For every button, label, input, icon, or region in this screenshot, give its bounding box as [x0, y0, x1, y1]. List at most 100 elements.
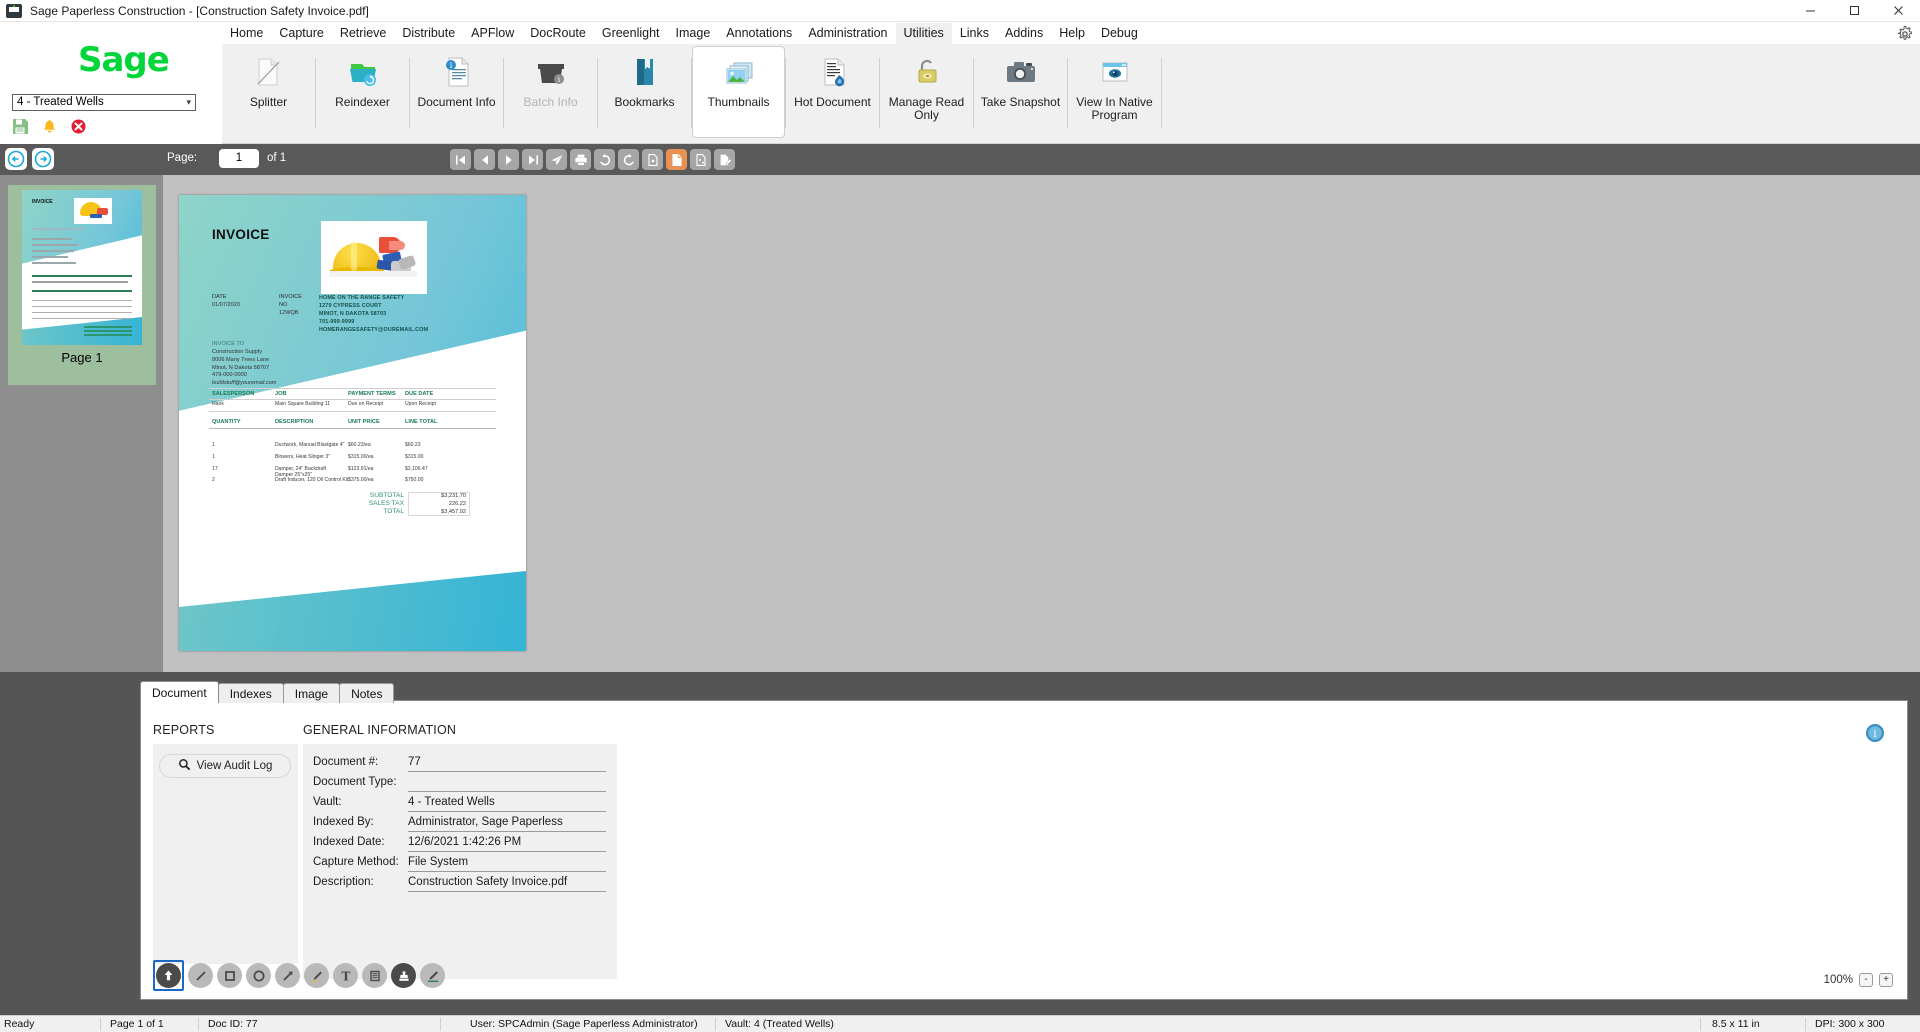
ribbon-label: Take Snapshot [980, 95, 1061, 109]
field-value[interactable]: 12/6/2021 1:42:26 PM [408, 836, 606, 851]
menu-item-links[interactable]: Links [952, 23, 997, 44]
redaction-tool[interactable] [420, 963, 445, 988]
fit-page-button[interactable] [666, 149, 687, 170]
menu-item-distribute[interactable]: Distribute [394, 23, 463, 44]
field-value[interactable]: 77 [408, 756, 606, 771]
rotate-right-button[interactable] [618, 149, 639, 170]
ribbon-button-batch-info: i Batch Info [504, 46, 597, 138]
hard-hat-safety-gear-photo [321, 221, 427, 294]
arrow-tool[interactable] [275, 963, 300, 988]
line-tool[interactable] [188, 963, 213, 988]
first-page-button[interactable] [450, 149, 471, 170]
menu-item-greenlight[interactable]: Greenlight [594, 23, 668, 44]
line-unit: $315.00/ea [348, 454, 374, 460]
menu-item-apflow[interactable]: APFlow [463, 23, 522, 44]
search-icon [178, 758, 191, 774]
arrow-diagonal-icon [282, 971, 292, 981]
highlighter-tool[interactable] [304, 963, 329, 988]
line-total: $60.23 [405, 442, 421, 448]
ribbon-button-manage-read-only[interactable]: Manage Read Only [880, 46, 973, 138]
marker-icon [427, 970, 438, 982]
document-info-icon: i [440, 55, 474, 89]
fit-width-button[interactable] [642, 149, 663, 170]
menu-item-debug[interactable]: Debug [1093, 23, 1146, 44]
info-circle-icon[interactable]: i [1865, 723, 1885, 743]
document-viewer[interactable]: INVOICE DATE 01/07/2020 INVOICE NO 12WQB… [163, 175, 1920, 672]
annotation-toolbar: T [153, 960, 445, 991]
window-title: Sage Paperless Construction - [Construct… [30, 3, 369, 18]
menu-item-capture[interactable]: Capture [271, 23, 331, 44]
ribbon-button-take-snapshot[interactable]: Take Snapshot [974, 46, 1067, 138]
text-tool[interactable]: T [333, 963, 358, 988]
zoom-in-button[interactable]: + [1879, 973, 1893, 987]
maximize-icon[interactable] [1832, 0, 1876, 22]
print-button[interactable] [570, 149, 591, 170]
ribbon-button-document-info[interactable]: i Document Info [410, 46, 503, 138]
line-desc: Draft Inducer, 120 Oil Control Kit [275, 477, 349, 483]
zoom-controls: 100% - + [1824, 973, 1893, 987]
note-tool[interactable] [362, 963, 387, 988]
last-page-button[interactable] [522, 149, 543, 170]
view-audit-log-label: View Audit Log [196, 760, 273, 772]
tab-document[interactable]: Document [140, 681, 219, 703]
ribbon-button-bookmarks[interactable]: Bookmarks [598, 46, 691, 138]
rotate-left-button[interactable] [594, 149, 615, 170]
vendor-line: HOME ON THE RANGE SAFETY [319, 295, 405, 301]
page-number-input[interactable]: 1 [219, 149, 259, 168]
field-value[interactable]: Administrator, Sage Paperless [408, 816, 606, 831]
ribbon-button-splitter[interactable]: Splitter [222, 46, 315, 138]
rectangle-tool[interactable] [217, 963, 242, 988]
tab-image[interactable]: Image [282, 683, 341, 703]
menu-item-home[interactable]: Home [222, 23, 271, 44]
actual-size-button[interactable] [690, 149, 711, 170]
bell-icon[interactable] [41, 118, 58, 135]
field-value[interactable]: Construction Safety Invoice.pdf [408, 876, 606, 891]
zoom-out-button[interactable]: - [1859, 973, 1873, 987]
menu-item-retrieve[interactable]: Retrieve [332, 23, 395, 44]
view-audit-log-button[interactable]: View Audit Log [159, 754, 291, 778]
ribbon-label: Bookmarks [614, 95, 675, 109]
gear-icon[interactable] [1896, 25, 1914, 43]
close-icon[interactable] [1876, 0, 1920, 22]
previous-page-button[interactable] [474, 149, 495, 170]
tab-notes[interactable]: Notes [339, 683, 395, 703]
menu-item-help[interactable]: Help [1051, 23, 1093, 44]
arrow-up-icon [164, 970, 173, 981]
navigate-forward-button[interactable] [32, 148, 54, 170]
menu-item-docroute[interactable]: DocRoute [522, 23, 594, 44]
field-row-indexed-by: Indexed By: Administrator, Sage Paperles… [313, 816, 613, 836]
vendor-line: HOMERANGESAFETY@OUREMAIL.COM [319, 327, 429, 333]
ribbon-button-reindexer[interactable]: Reindexer [316, 46, 409, 138]
stamp-tool[interactable] [391, 963, 416, 988]
field-value[interactable] [408, 776, 606, 791]
menu-item-image[interactable]: Image [668, 23, 719, 44]
invoice-no-label: INVOICE NO [279, 294, 303, 308]
menu-item-administration[interactable]: Administration [800, 23, 895, 44]
sage-app-icon [6, 3, 22, 18]
ribbon-button-view-in-native-program[interactable]: View In Native Program [1068, 46, 1161, 138]
pointer-tool[interactable] [156, 963, 181, 988]
menu-item-addins[interactable]: Addins [997, 23, 1051, 44]
reindexer-icon [346, 55, 380, 89]
line-header: UNIT PRICE [348, 419, 380, 425]
ribbon-button-thumbnails[interactable]: Thumbnails [692, 46, 785, 138]
minimize-icon[interactable] [1788, 0, 1832, 22]
menu-item-annotations[interactable]: Annotations [718, 23, 800, 44]
field-value[interactable]: 4 - Treated Wells [408, 796, 606, 811]
menu-item-utilities[interactable]: Utilities [895, 22, 952, 44]
ribbon-button-hot-document[interactable]: Hot Document [786, 46, 879, 138]
annotate-page-button[interactable] [714, 149, 735, 170]
tab-indexes[interactable]: Indexes [217, 683, 284, 703]
navigate-back-button[interactable] [5, 148, 27, 170]
ribbon-label: Batch Info [523, 95, 578, 109]
delete-icon[interactable] [70, 118, 87, 135]
send-button[interactable] [546, 149, 567, 170]
invoice-to-label: INVOICE TO [212, 341, 245, 347]
ellipse-tool[interactable] [246, 963, 271, 988]
vault-select[interactable]: 4 - Treated Wells ▾ [12, 94, 196, 111]
save-icon[interactable] [12, 118, 29, 135]
field-value[interactable]: File System [408, 856, 606, 871]
field-label: Capture Method: [313, 856, 399, 868]
next-page-button[interactable] [498, 149, 519, 170]
thumbnail-item-page-1[interactable]: INVOICE Page 1 [8, 185, 156, 385]
